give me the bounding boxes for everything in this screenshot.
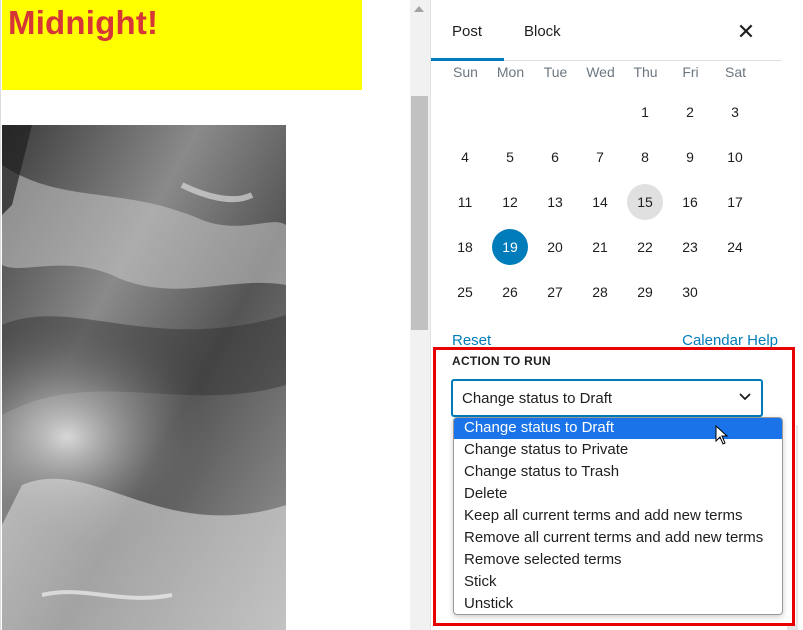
action-dropdown-list: Change status to Draft Change status to P…: [453, 417, 783, 615]
calendar-day-9[interactable]: 9: [672, 139, 708, 175]
weekday-label: Mon: [496, 64, 525, 80]
canvas-scroll-thumb[interactable]: [411, 96, 428, 330]
calendar-day-24[interactable]: 24: [717, 229, 753, 265]
calendar-day-20[interactable]: 20: [537, 229, 573, 265]
calendar-day-30[interactable]: 30: [672, 274, 708, 310]
calendar-day-2[interactable]: 2: [672, 94, 708, 130]
calendar-day-28[interactable]: 28: [582, 274, 618, 310]
calendar-day-27[interactable]: 27: [537, 274, 573, 310]
calendar-day-23[interactable]: 23: [672, 229, 708, 265]
close-icon[interactable]: ✕: [729, 18, 763, 46]
calendar-day-16[interactable]: 16: [672, 184, 708, 220]
action-select[interactable]: Change status to Draft: [452, 380, 762, 416]
tab-post[interactable]: Post: [431, 0, 504, 61]
headline-block[interactable]: Midnight!: [2, 0, 362, 90]
calendar-day-8[interactable]: 8: [627, 139, 663, 175]
calendar-help-link[interactable]: Calendar Help: [682, 332, 778, 349]
calendar-day-5[interactable]: 5: [492, 139, 528, 175]
action-option[interactable]: Keep all current terms and add new terms: [454, 505, 782, 527]
action-panel: ACTION TO RUN Change status to Draft Cha…: [433, 348, 796, 624]
calendar-day-14[interactable]: 14: [582, 184, 618, 220]
calendar-day-4[interactable]: 4: [447, 139, 483, 175]
action-option[interactable]: Stick: [454, 571, 782, 593]
fabric-photo: [2, 125, 286, 630]
tab-block[interactable]: Block: [504, 0, 584, 61]
calendar-day-21[interactable]: 21: [582, 229, 618, 265]
calendar-day-1[interactable]: 1: [627, 94, 663, 130]
calendar-day-18[interactable]: 18: [447, 229, 483, 265]
calendar-day-11[interactable]: 11: [447, 184, 483, 220]
calendar-day-10[interactable]: 10: [717, 139, 753, 175]
calendar-day-13[interactable]: 13: [537, 184, 573, 220]
action-option[interactable]: Delete: [454, 483, 782, 505]
calendar-day-29[interactable]: 29: [627, 274, 663, 310]
mouse-pointer-icon: [715, 425, 729, 445]
calendar-day-3[interactable]: 3: [717, 94, 753, 130]
settings-sidebar: Post Block ✕ Sun Mon Tue Wed Thu Fri Sat…: [430, 0, 803, 630]
action-to-run-label: ACTION TO RUN: [452, 354, 552, 368]
calendar-day-12[interactable]: 12: [492, 184, 528, 220]
weekday-label: Thu: [633, 64, 658, 80]
action-option[interactable]: Remove selected terms: [454, 549, 782, 571]
image-block[interactable]: [2, 125, 286, 630]
headline-text[interactable]: Midnight!: [8, 4, 158, 42]
sidebar-tabs: Post Block ✕: [431, 0, 782, 61]
weekday-label: Wed: [586, 64, 615, 80]
calendar-day-19[interactable]: 19: [492, 229, 528, 265]
weekday-label: Tue: [543, 64, 568, 80]
calendar-day-17[interactable]: 17: [717, 184, 753, 220]
action-option[interactable]: Unstick: [454, 593, 782, 614]
calendar-reset-link[interactable]: Reset: [452, 332, 491, 349]
action-option[interactable]: Change status to Private: [454, 439, 782, 461]
weekday-label: Sat: [724, 64, 746, 80]
action-option[interactable]: Change status to Draft: [454, 418, 782, 439]
calendar-day-25[interactable]: 25: [447, 274, 483, 310]
action-option[interactable]: Change status to Trash: [454, 461, 782, 483]
action-option[interactable]: Remove all current terms and add new ter…: [454, 527, 782, 549]
calendar-day-7[interactable]: 7: [582, 139, 618, 175]
chevron-down-icon: [739, 393, 751, 401]
calendar-day-15[interactable]: 15: [627, 184, 663, 220]
weekday-label: Fri: [682, 64, 699, 80]
editor-canvas: Midnight!: [0, 0, 410, 630]
calendar-day-26[interactable]: 26: [492, 274, 528, 310]
calendar-weekdays: Sun Mon Tue Wed Thu Fri Sat: [443, 64, 773, 86]
action-select-value: Change status to Draft: [462, 390, 613, 407]
calendar-day-22[interactable]: 22: [627, 229, 663, 265]
weekday-label: Sun: [453, 64, 478, 80]
scroll-up-arrow-icon[interactable]: [414, 6, 424, 12]
calendar-day-6[interactable]: 6: [537, 139, 573, 175]
